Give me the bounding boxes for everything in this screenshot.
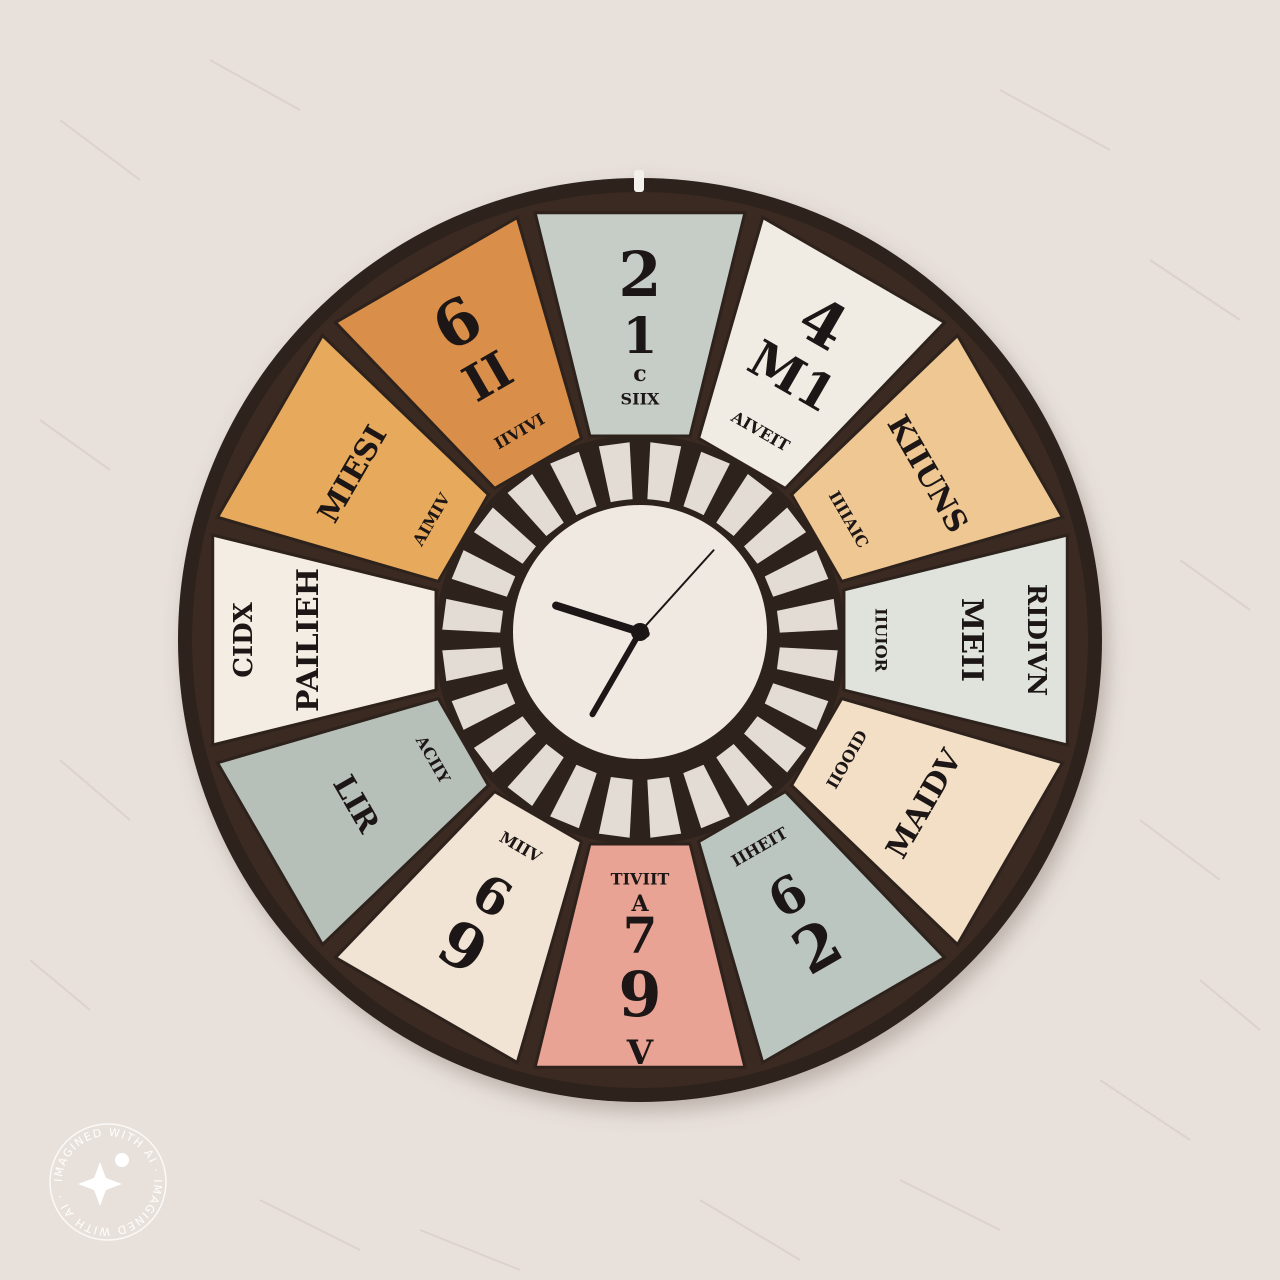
seg-bottom-extra-label: V (626, 1033, 654, 1073)
seg-right-main-label: MEII (954, 598, 989, 682)
seg-bottom-small-label: A (630, 891, 649, 917)
hand-pivot (631, 623, 649, 641)
seg-top-small-label: c (633, 361, 646, 387)
seg-bottom-tag-label: TIVIIT (611, 870, 670, 889)
seg-right-secondary-label: RIDIVN (1021, 584, 1051, 696)
seg-left-secondary-label: CIDX (229, 601, 259, 677)
seg-top-main-label: 2 (618, 238, 661, 311)
hanging-hook (634, 170, 644, 192)
seg-bottom-main-label: 9 (618, 958, 661, 1031)
seg-left-main-label: PAILIEH (291, 568, 326, 712)
seg-right-tag-label: IIUIOR (872, 608, 891, 672)
seg-top-secondary-label: 1 (623, 306, 658, 365)
seg-top-tag-label: SIIX (621, 390, 661, 409)
scene: 21cSIIX4M1AIVEIT KIIUNSIIIIAICMEII RIDIVNI… (0, 0, 1280, 1280)
sparkle-dot-icon (115, 1153, 129, 1167)
